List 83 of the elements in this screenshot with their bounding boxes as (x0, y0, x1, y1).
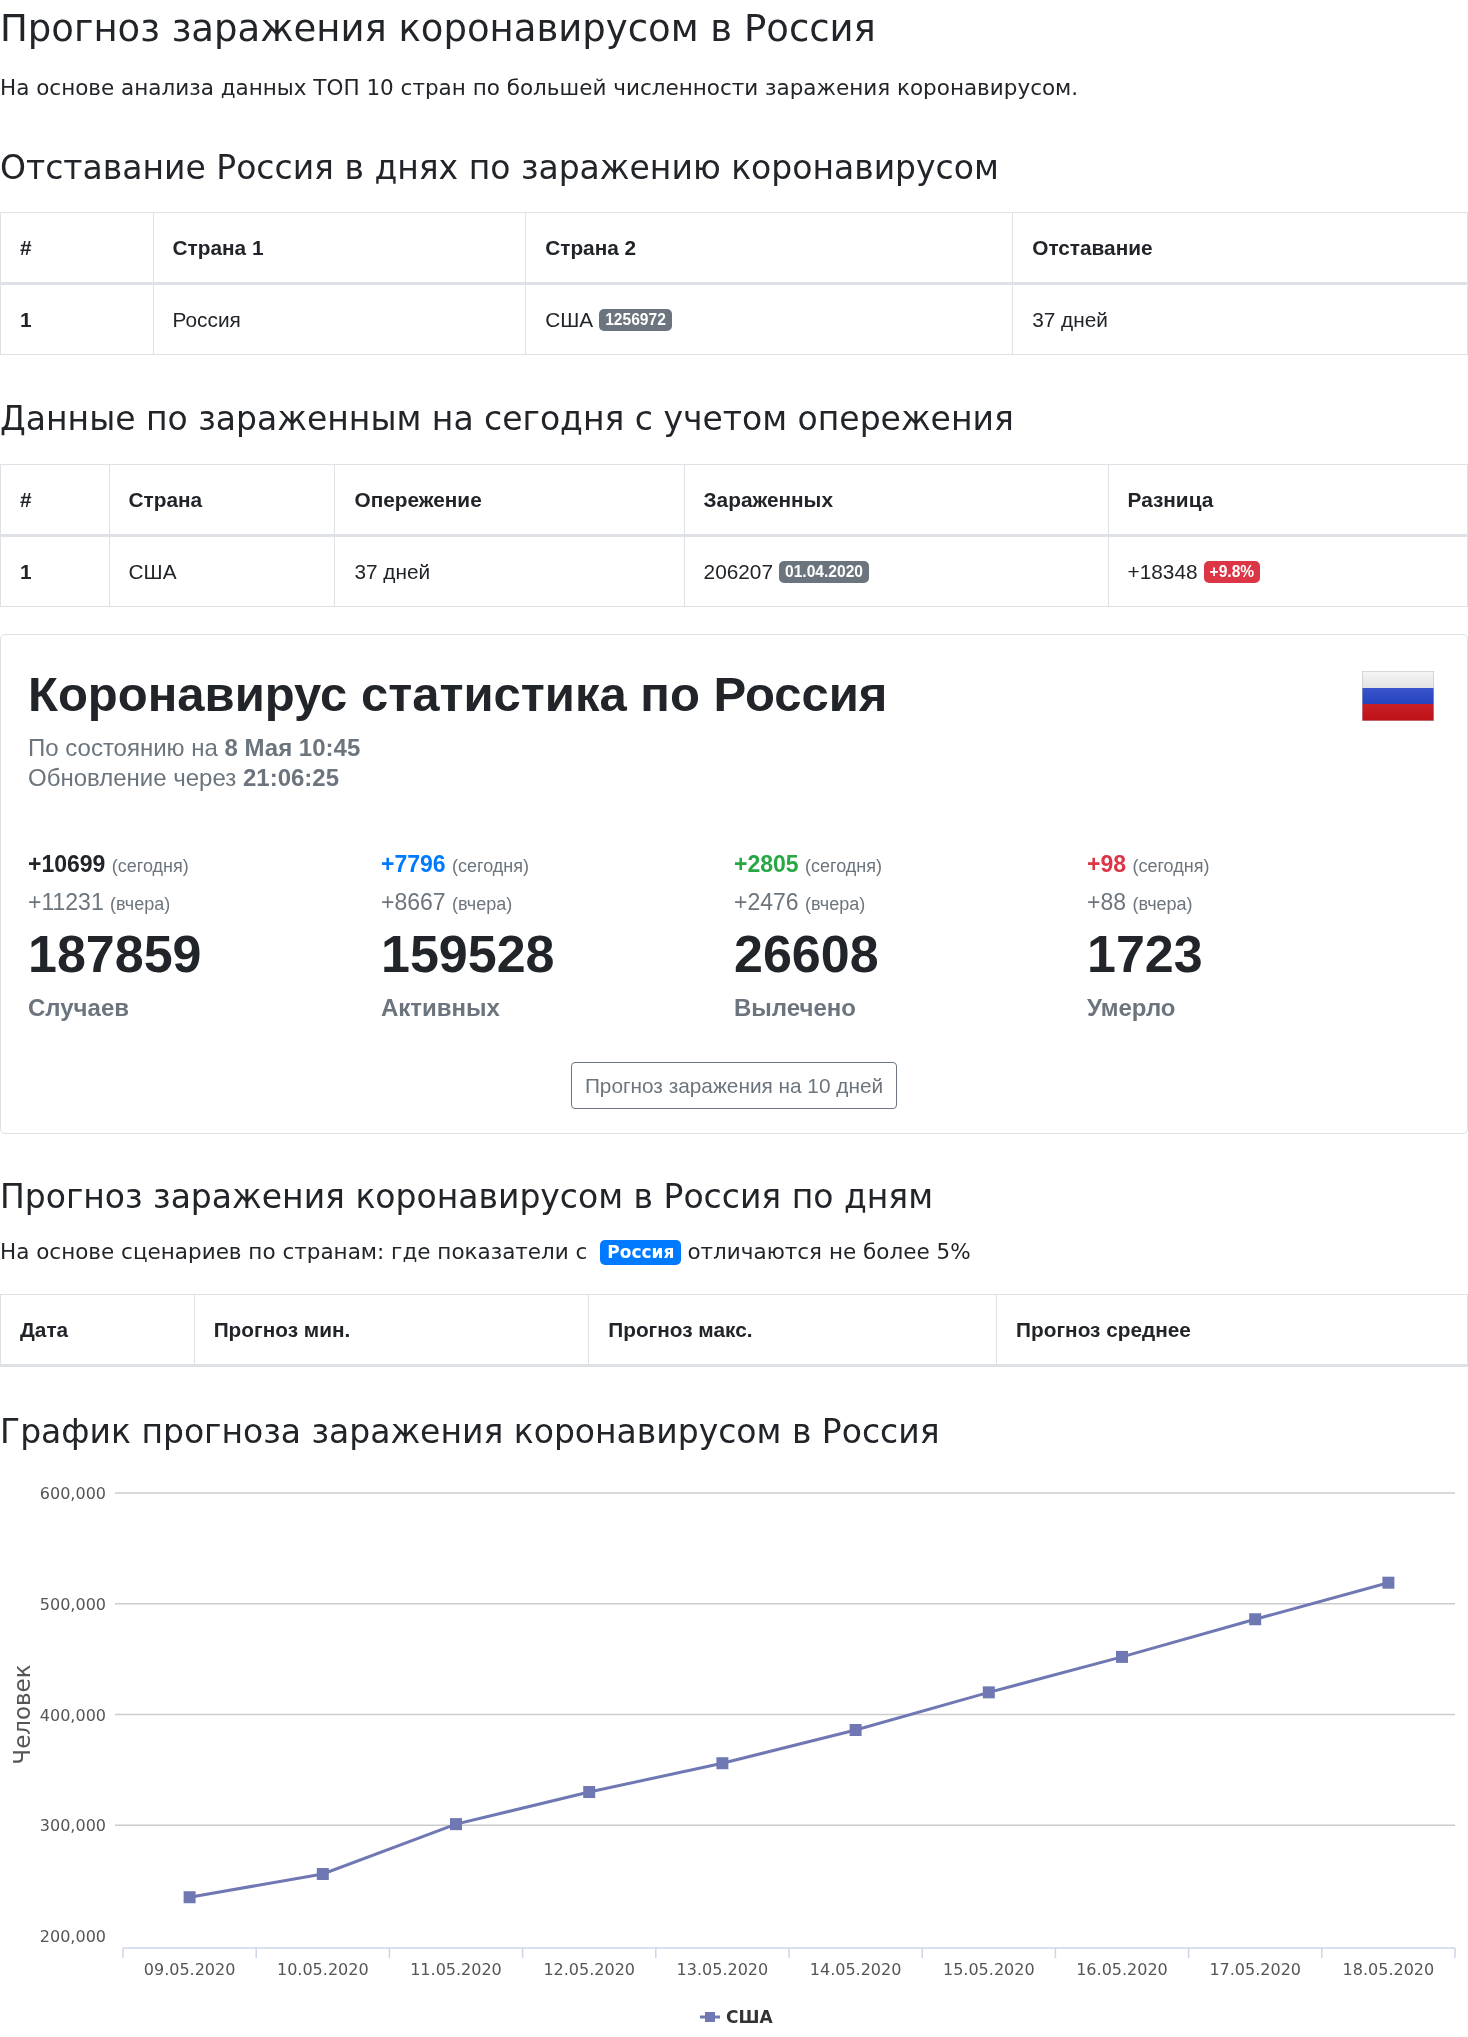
y-tick-label: 400,000 (39, 1705, 106, 1725)
table-cell: 37 дней (1032, 308, 1108, 331)
total-count: 159528 (381, 924, 556, 985)
total-count: 26608 (734, 924, 880, 985)
card-title: Коронавирус статистика по Россия (28, 666, 888, 723)
x-tick-label: 18.05.2020 (1342, 1960, 1435, 1979)
x-tick-label: 17.05.2020 (1209, 1960, 1301, 1979)
yesterday-change: +8667 (вчера) (381, 888, 514, 917)
data-point (1116, 1650, 1128, 1663)
stat-label: Вылечено (734, 993, 857, 1023)
today-change: +10699 (сегодня) (28, 850, 190, 879)
table-cell: США (128, 560, 177, 583)
x-tick-label: 12.05.2020 (543, 1960, 635, 1979)
column-header: Дата (0, 1294, 195, 1366)
column-header: Прогноз среднее (996, 1294, 1468, 1366)
data-point (450, 1818, 462, 1831)
table-cell: 206207 (703, 560, 773, 583)
section-title: Данные по зараженным на сегодня с учетом опережения (0, 398, 1015, 440)
data-point (316, 1868, 329, 1880)
table-cell: 1 (20, 308, 32, 331)
column-header: Опережение (334, 464, 685, 536)
forecast-button[interactable]: Прогноз заражения на 10 дней (570, 1062, 898, 1109)
column-header: Страна 1 (153, 212, 526, 284)
data-point (583, 1786, 596, 1799)
badge: +9.8% (1203, 561, 1261, 583)
note-text: На основе сценариев по странам: где показатели с (0, 1239, 588, 1264)
y-tick-label: 300,000 (39, 1816, 106, 1836)
column-header: Прогноз мин. (194, 1294, 589, 1366)
today-change: +7796 (сегодня) (381, 850, 530, 879)
column-header: Прогноз макс. (588, 1294, 997, 1366)
page-subtitle: На основе анализа данных ТОП 10 стран по большей численности заражения коронавирусом. (0, 74, 1080, 102)
badge: Россия (600, 1240, 682, 1265)
y-tick-label: 200,000 (39, 1927, 106, 1946)
total-count: 1723 (1087, 924, 1204, 985)
note-text: отличаются не более 5% (687, 1239, 971, 1264)
x-tick-label: 15.05.2020 (943, 1960, 1035, 1979)
today-change: +2805 (сегодня) (734, 850, 883, 879)
data-point (716, 1757, 729, 1770)
table-cell: 1 (20, 560, 32, 583)
x-tick-label: 09.05.2020 (143, 1960, 236, 1979)
status-text: По состоянию на 8 Мая 10:45 (28, 733, 362, 763)
badge: 01.04.2020 (779, 561, 870, 583)
table-cell: 37 дней (354, 560, 431, 583)
flag-icon (1362, 671, 1434, 721)
x-tick-label: 11.05.2020 (410, 1960, 502, 1979)
y-tick-label: 500,000 (39, 1594, 106, 1614)
page-title: Прогноз заражения коронавирусом в Россия (0, 6, 877, 52)
column-header: # (0, 212, 154, 284)
data-point (183, 1891, 196, 1904)
stat-label: Активных (381, 993, 501, 1023)
table-cell: США (545, 308, 594, 331)
table-cell: +18348 (1127, 560, 1198, 583)
total-count: 187859 (28, 924, 203, 985)
x-tick-label: 10.05.2020 (277, 1960, 369, 1979)
section-title: График прогноза заражения коронавирусом в Россия (0, 1411, 941, 1453)
x-tick-label: 13.05.2020 (676, 1960, 769, 1979)
data-point (849, 1724, 862, 1736)
x-tick-label: 16.05.2020 (1076, 1960, 1168, 1979)
column-header: Страна 2 (525, 212, 1013, 284)
stat-label: Умерло (1087, 993, 1177, 1023)
data-point (982, 1686, 995, 1699)
column-header: Зараженных (684, 464, 1109, 536)
section-title: Прогноз заражения коронавирусом в Россия по дням (0, 1176, 935, 1218)
stat-label: Случаев (28, 993, 130, 1023)
legend-icon (700, 2012, 720, 2022)
column-header: # (0, 464, 110, 536)
yesterday-change: +2476 (вчера) (734, 888, 867, 917)
x-tick-label: 14.05.2020 (809, 1960, 902, 1979)
today-change: +98 (сегодня) (1087, 850, 1211, 879)
table-cell: Россия (172, 308, 241, 331)
yesterday-change: +88 (вчера) (1087, 888, 1194, 917)
column-header: Страна (109, 464, 335, 536)
data-point (1249, 1613, 1262, 1626)
section-title: Отставание Россия в днях по заражению коронавирусом (0, 147, 1000, 189)
y-tick-label: 600,000 (39, 1484, 106, 1503)
axis-title: Человек (9, 1664, 35, 1765)
column-header: Разница (1108, 464, 1468, 536)
update-text: Обновление через 21:06:25 (28, 763, 340, 793)
badge: 1256972 (599, 309, 672, 331)
data-point (1382, 1576, 1395, 1589)
legend-label[interactable]: США (726, 2007, 773, 2027)
yesterday-change: +11231 (вчера) (28, 888, 172, 917)
column-header: Отставание (1012, 212, 1468, 284)
